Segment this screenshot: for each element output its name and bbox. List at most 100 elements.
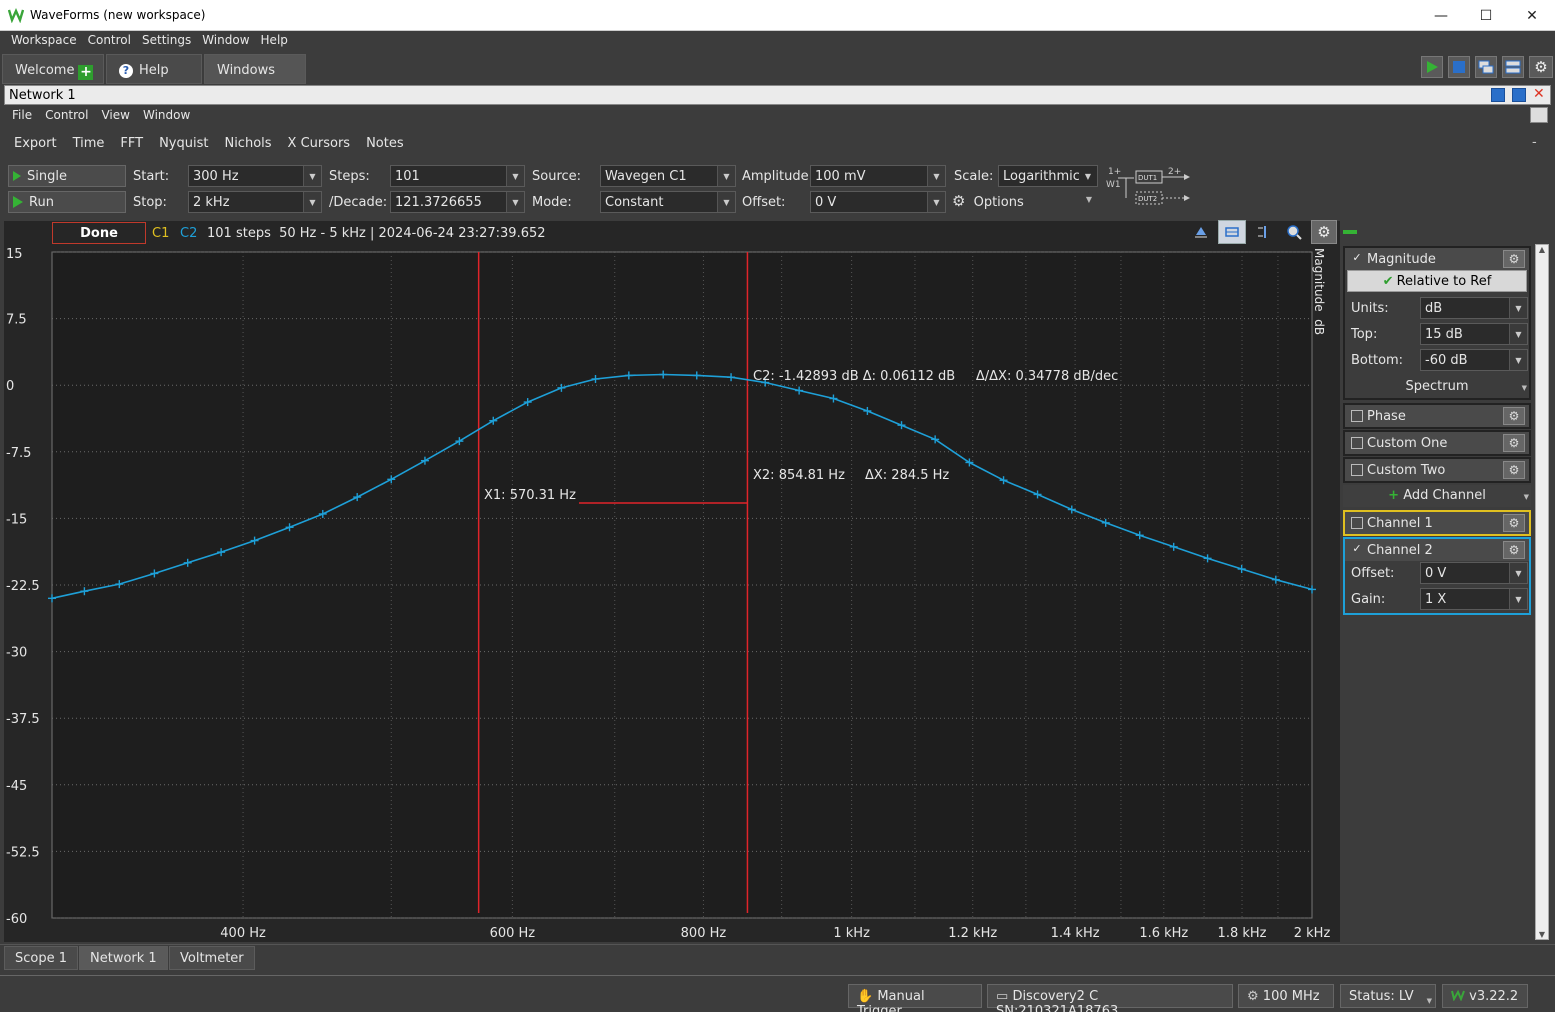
export-button[interactable]: Export bbox=[4, 131, 63, 151]
channel-1-checkbox[interactable] bbox=[1351, 517, 1363, 529]
tile-windows-button[interactable] bbox=[1502, 56, 1524, 78]
gear-icon[interactable]: ⚙ bbox=[1503, 250, 1525, 268]
channel-2-checkbox[interactable]: ✓ bbox=[1351, 543, 1363, 556]
source-select[interactable]: Wavegen C1 ▼ bbox=[600, 165, 736, 187]
run-all-button[interactable] bbox=[1421, 56, 1443, 78]
gear-icon[interactable]: ⚙ bbox=[1503, 541, 1525, 559]
gear-icon[interactable]: ⚙ bbox=[1503, 434, 1525, 452]
menu-view[interactable]: View bbox=[93, 105, 134, 122]
version-button[interactable]: v3.22.2 bbox=[1442, 984, 1528, 1008]
menu-file[interactable]: File bbox=[4, 105, 37, 122]
bottom-field[interactable]: -60 dB ▼ bbox=[1420, 349, 1528, 371]
run-button[interactable]: Run bbox=[8, 191, 126, 213]
gear-icon[interactable]: ⚙ bbox=[1503, 514, 1525, 532]
clock-button[interactable]: ⚙ 100 MHz bbox=[1238, 984, 1334, 1008]
channel-2-gain-field[interactable]: 1 X ▼ bbox=[1420, 588, 1528, 610]
custom-two-checkbox[interactable] bbox=[1351, 464, 1363, 476]
tab-windows[interactable]: Windows bbox=[204, 54, 306, 84]
units-select[interactable]: dB ▼ bbox=[1420, 297, 1528, 319]
offset-field[interactable]: 0 V ▼ bbox=[810, 191, 946, 213]
x-cursors-button[interactable]: X Cursors bbox=[278, 131, 357, 151]
single-button[interactable]: Single bbox=[8, 165, 126, 187]
mode-select[interactable]: Constant ▼ bbox=[600, 191, 736, 213]
chevron-down-icon[interactable]: ▼ bbox=[506, 166, 524, 186]
channel-1-header[interactable]: Channel 1 ⚙ bbox=[1345, 512, 1529, 534]
zoom-button[interactable] bbox=[1283, 221, 1305, 243]
nichols-button[interactable]: Nichols bbox=[214, 131, 277, 151]
bode-plot-area[interactable]: 15 7.5 0 -7.5 -15 -22.5 -30 -37.5 -45 -52.5 -60 40… bbox=[4, 244, 1340, 942]
close-button[interactable]: ✕ bbox=[1509, 0, 1555, 31]
panel-scrollbar[interactable]: ▲ ▼ bbox=[1535, 244, 1549, 940]
plus-icon[interactable]: + bbox=[78, 65, 94, 80]
window-layout-icon[interactable] bbox=[1530, 107, 1548, 123]
gear-icon[interactable]: ⚙ bbox=[1503, 407, 1525, 425]
nyquist-button[interactable]: Nyquist bbox=[149, 131, 214, 151]
tab-help[interactable]: ? Help bbox=[106, 54, 202, 84]
close-window-icon[interactable]: ✕ bbox=[1533, 86, 1545, 102]
chevron-down-icon[interactable]: ▼ bbox=[927, 166, 945, 186]
magnitude-checkbox[interactable]: ✓ bbox=[1351, 252, 1363, 265]
decade-field[interactable]: 121.3726655 ▼ bbox=[390, 191, 525, 213]
settings-button[interactable]: ⚙ bbox=[1529, 56, 1553, 78]
scroll-up-icon[interactable]: ▲ bbox=[1536, 245, 1548, 254]
fft-button[interactable]: FFT bbox=[110, 131, 149, 151]
amplitude-field[interactable]: 100 mV ▼ bbox=[810, 165, 946, 187]
chevron-down-icon[interactable]: ▼ bbox=[927, 192, 945, 212]
chevron-down-icon[interactable]: ▼ bbox=[1509, 350, 1527, 370]
menu-window[interactable]: Window bbox=[135, 105, 195, 122]
menu-window[interactable]: Window bbox=[197, 31, 255, 47]
spectrum-dropdown[interactable]: Spectrum ▼ bbox=[1345, 376, 1529, 398]
maximize-button[interactable]: ☐ bbox=[1463, 0, 1509, 31]
add-channel-button[interactable]: + Add Channel ▼ bbox=[1343, 485, 1531, 507]
tab-welcome[interactable]: Welcome + bbox=[2, 54, 104, 84]
chevron-down-icon[interactable]: ▼ bbox=[717, 192, 735, 212]
stop-field[interactable]: 2 kHz ▼ bbox=[188, 191, 322, 213]
tab-network-1[interactable]: Network 1 bbox=[79, 946, 168, 970]
channel-2-offset-field[interactable]: 0 V ▼ bbox=[1420, 562, 1528, 584]
collapse-panel-icon[interactable] bbox=[1343, 230, 1357, 234]
vertical-cursor-button[interactable] bbox=[1252, 222, 1274, 242]
chevron-down-icon[interactable]: ▼ bbox=[1509, 324, 1527, 344]
chevron-down-icon[interactable]: ▼ bbox=[506, 192, 524, 212]
menu-help[interactable]: Help bbox=[256, 31, 294, 47]
menu-control[interactable]: Control bbox=[83, 31, 137, 47]
plot-settings-button[interactable]: ⚙ bbox=[1311, 220, 1337, 244]
minimize-button[interactable]: — bbox=[1418, 0, 1464, 31]
start-field[interactable]: 300 Hz ▼ bbox=[188, 165, 322, 187]
phase-checkbox[interactable] bbox=[1351, 410, 1363, 422]
c1-indicator[interactable]: C1 bbox=[152, 226, 169, 241]
chevron-down-icon[interactable]: ▼ bbox=[1079, 166, 1097, 186]
chevron-down-icon[interactable]: ▼ bbox=[1509, 563, 1527, 583]
steps-field[interactable]: 101 ▼ bbox=[390, 165, 525, 187]
notes-button[interactable]: Notes bbox=[356, 131, 410, 151]
dock-icon[interactable] bbox=[1491, 88, 1505, 102]
gear-icon[interactable]: ⚙ bbox=[1503, 461, 1525, 479]
custom-one-checkbox[interactable] bbox=[1351, 437, 1363, 449]
stop-all-button[interactable] bbox=[1448, 56, 1470, 78]
magnitude-header[interactable]: ✓ Magnitude ⚙ bbox=[1345, 248, 1529, 270]
custom-two-header[interactable]: Custom Two ⚙ bbox=[1345, 459, 1529, 481]
c2-indicator[interactable]: C2 bbox=[180, 226, 197, 241]
menu-control[interactable]: Control bbox=[37, 105, 93, 122]
cascade-windows-button[interactable] bbox=[1475, 56, 1497, 78]
tab-voltmeter[interactable]: Voltmeter bbox=[169, 946, 255, 970]
channel-2-header[interactable]: ✓ Channel 2 ⚙ bbox=[1345, 539, 1529, 561]
menu-workspace[interactable]: Workspace bbox=[0, 31, 83, 47]
chevron-down-icon[interactable]: ▼ bbox=[1509, 298, 1527, 318]
phase-header[interactable]: Phase ⚙ bbox=[1345, 405, 1529, 427]
time-button[interactable]: Time bbox=[63, 131, 111, 151]
scale-select[interactable]: Logarithmic ▼ bbox=[998, 165, 1098, 187]
custom-one-header[interactable]: Custom One ⚙ bbox=[1345, 432, 1529, 454]
collapse-toolbar-icon[interactable]: - bbox=[1532, 135, 1537, 150]
top-field[interactable]: 15 dB ▼ bbox=[1420, 323, 1528, 345]
cursor-tool-button[interactable] bbox=[1190, 222, 1212, 242]
manual-trigger-button[interactable]: ✋ Manual Trigger bbox=[848, 984, 982, 1012]
restore-icon[interactable] bbox=[1512, 88, 1526, 102]
chevron-down-icon[interactable]: ▼ bbox=[303, 166, 321, 186]
chevron-down-icon[interactable]: ▼ bbox=[717, 166, 735, 186]
tab-scope-1[interactable]: Scope 1 bbox=[4, 946, 79, 970]
scroll-down-icon[interactable]: ▼ bbox=[1536, 930, 1548, 939]
chevron-down-icon[interactable]: ▼ bbox=[1509, 589, 1527, 609]
horizontal-cursor-button[interactable] bbox=[1218, 220, 1246, 244]
options-button[interactable]: ⚙ Options ▼ bbox=[952, 192, 1100, 214]
